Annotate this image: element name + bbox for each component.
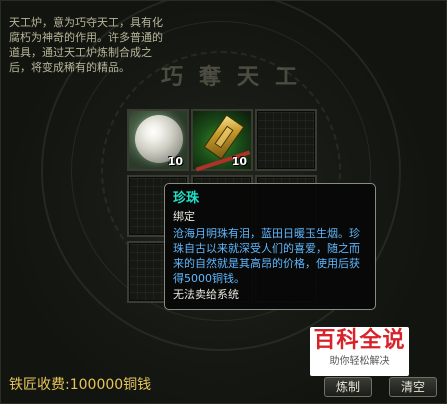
- tooltip-description: 沧海月明珠有泪，蓝田日暖玉生烟。珍珠自古以来就深受人们的喜爱，随之而来的自然就是…: [173, 227, 360, 285]
- calligraphy-title: 巧奪天工: [161, 64, 314, 90]
- tooltip-title: 珍珠: [173, 191, 200, 206]
- watermark-logo: 百科全说 助你轻松解决: [310, 327, 409, 376]
- item-tooltip: 珍珠 绑定 沧海月明珠有泪，蓝田日暖玉生烟。珍珠自古以来就深受人们的喜爱，随之而…: [164, 183, 376, 310]
- crafting-slot-empty[interactable]: [255, 109, 317, 171]
- forge-description: 天工炉，意为巧夺天工，具有化腐朽为神奇的作用。许多普通的道具，通过天工炉炼制合成…: [9, 16, 163, 74]
- smith-fee: 铁匠收费:100000铜钱: [9, 377, 152, 393]
- item-count: 10: [167, 155, 183, 168]
- clear-button[interactable]: 清空: [389, 377, 437, 397]
- tooltip-sell-note: 无法卖给系统: [173, 288, 239, 301]
- forge-panel: 天工炉，意为巧夺天工，具有化腐朽为神奇的作用。许多普通的道具，通过天工炉炼制合成…: [0, 0, 447, 404]
- tooltip-bind-status: 绑定: [173, 210, 195, 223]
- craft-button[interactable]: 炼制: [324, 377, 372, 397]
- crafting-slot-pearl[interactable]: 10: [127, 109, 189, 171]
- crafting-slot-token[interactable]: 10: [191, 109, 253, 172]
- item-count: 10: [231, 155, 247, 168]
